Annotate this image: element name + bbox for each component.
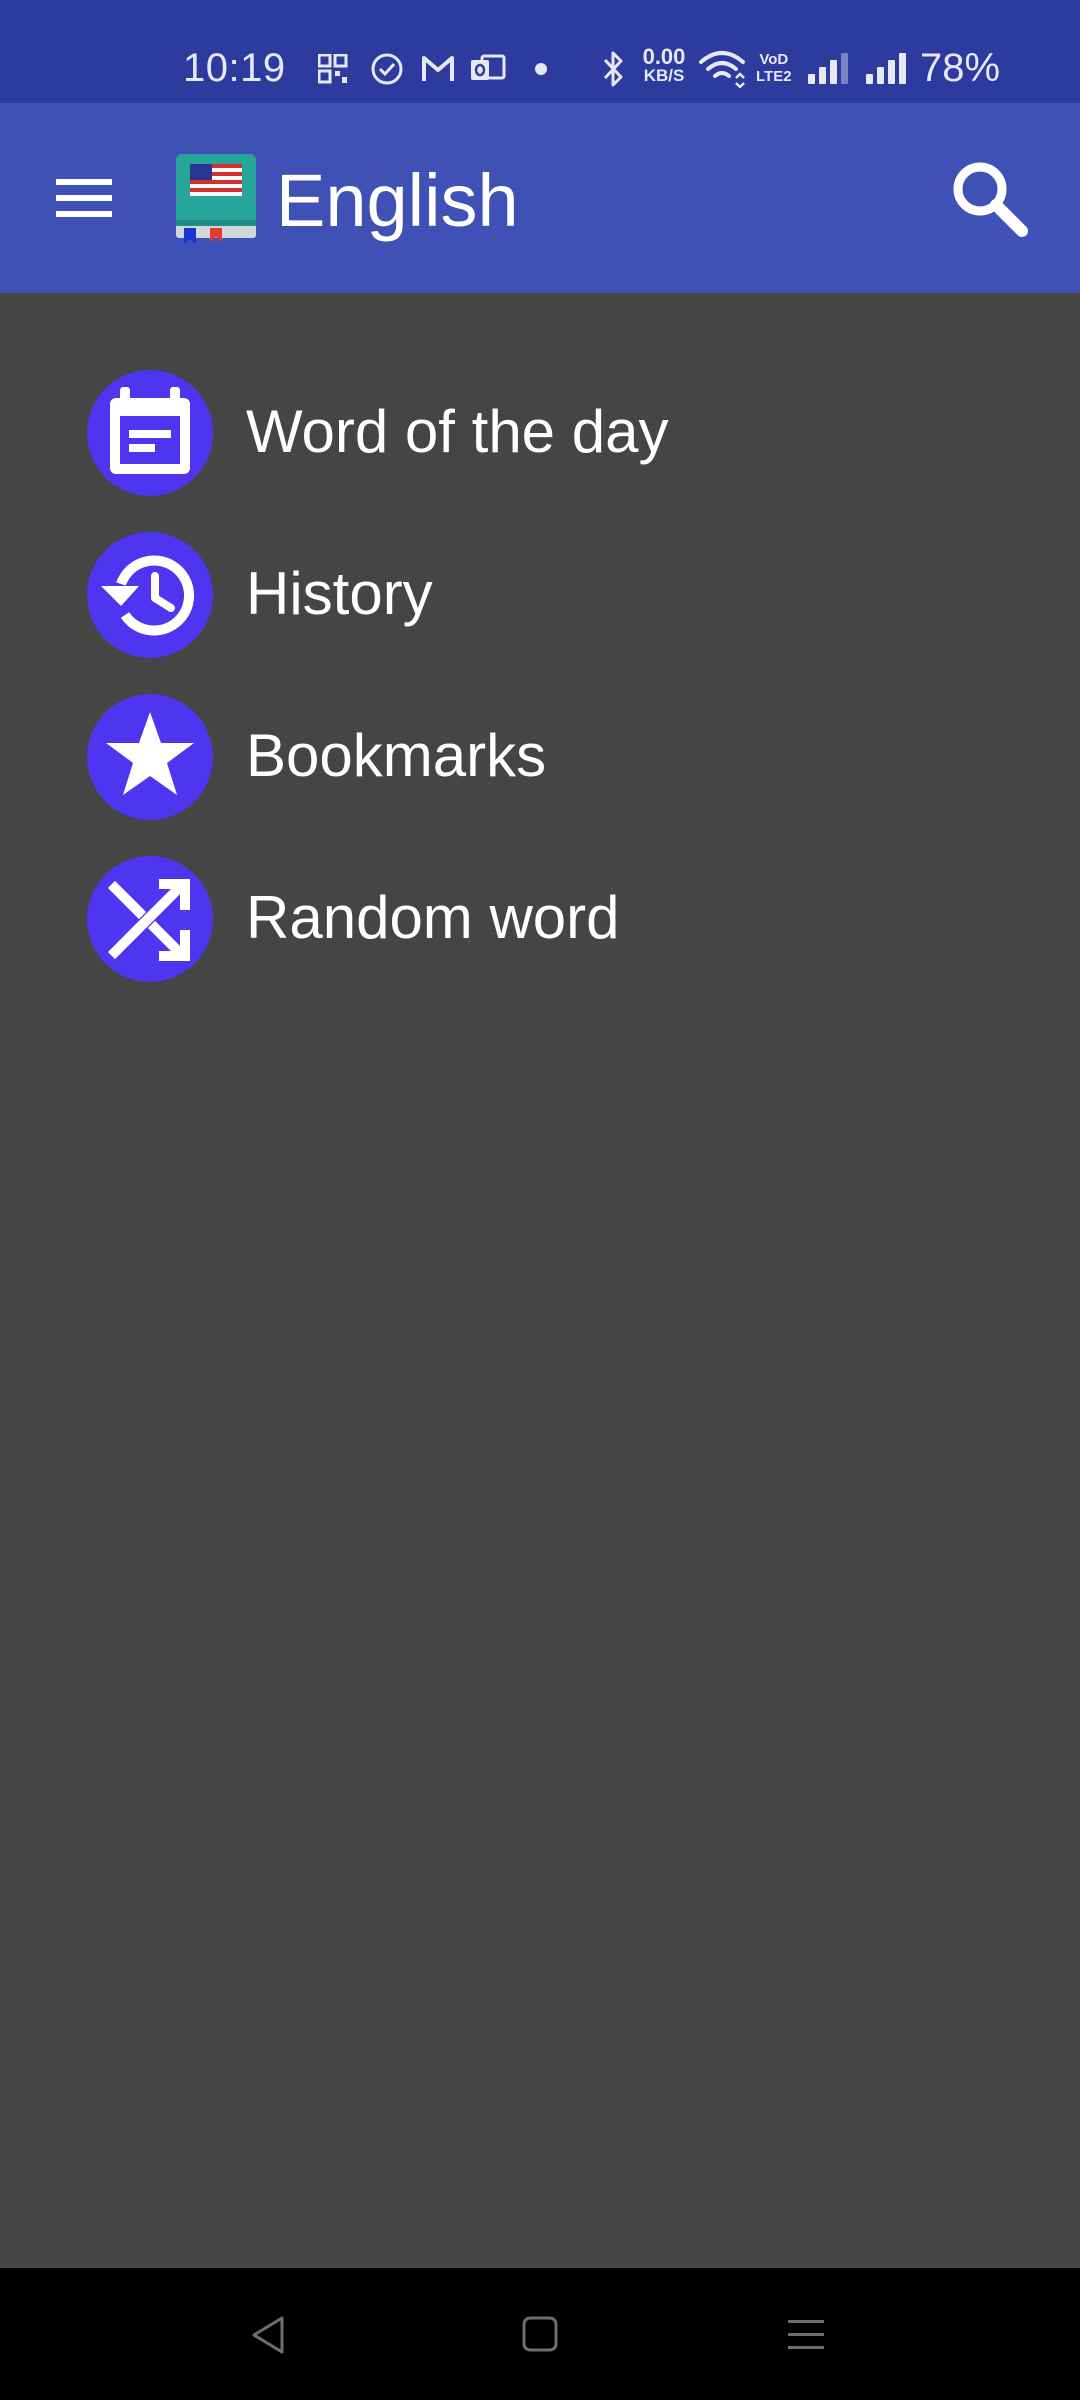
network-speed: 0.00 KB/S	[637, 46, 691, 85]
menu-item-label: History	[246, 560, 433, 627]
menu-item-history[interactable]: History	[60, 520, 1020, 670]
menu-item-random-word[interactable]: Random word	[60, 844, 1020, 994]
system-navigation-bar	[0, 2268, 1080, 2400]
history-clock-icon	[87, 532, 213, 658]
battery-level: 78%	[920, 46, 1001, 90]
search-icon[interactable]	[944, 153, 1034, 243]
qr-grid-icon	[317, 53, 348, 89]
menu-item-label: Bookmarks	[246, 722, 547, 789]
bluetooth-icon	[602, 50, 626, 93]
volte-bottom: LTE2	[756, 68, 792, 85]
check-circle-icon	[370, 52, 404, 91]
app-bar: English	[0, 103, 1080, 293]
volte-indicator: VoD LTE2	[756, 51, 792, 85]
hamburger-menu-icon[interactable]	[40, 153, 128, 243]
menu-item-label: Word of the day	[246, 398, 669, 465]
volte-top: VoD	[759, 51, 789, 68]
menu-item-bookmarks[interactable]: Bookmarks	[60, 682, 1020, 832]
gmail-icon	[421, 54, 455, 89]
menu-item-label: Random word	[246, 884, 620, 951]
notification-dot-icon	[535, 62, 547, 80]
status-time: 10:19	[183, 46, 286, 90]
home-icon[interactable]	[518, 2312, 562, 2361]
outlook-icon	[470, 52, 506, 89]
menu-item-word-of-the-day[interactable]: Word of the day	[60, 358, 1020, 508]
page-title: English	[276, 159, 519, 242]
shuffle-icon	[87, 856, 213, 982]
status-bar: 10:19 0.00 KB/S VoD LTE2 78%	[0, 0, 1080, 103]
network-speed-unit: KB/S	[643, 66, 685, 85]
signal-icon	[864, 52, 908, 91]
back-icon[interactable]	[246, 2312, 292, 2363]
wifi-icon	[698, 50, 746, 93]
recents-menu-icon[interactable]	[784, 2312, 828, 2361]
star-icon	[87, 694, 213, 820]
calendar-icon	[87, 370, 213, 496]
dictionary-book-flag-icon	[176, 154, 256, 244]
signal-icon	[806, 52, 850, 91]
